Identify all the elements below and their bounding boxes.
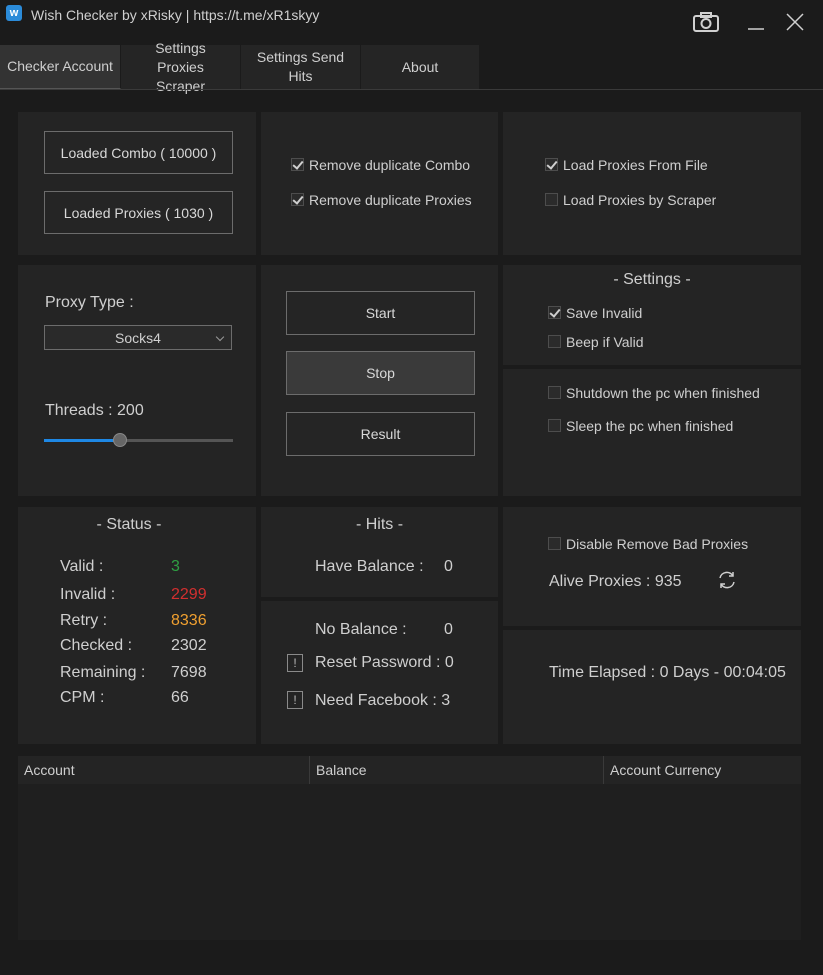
- no-balance-value: 0: [444, 621, 453, 638]
- results-table-header: Account Balance Account Currency: [18, 756, 801, 784]
- checkbox-unchecked-icon: [548, 335, 561, 348]
- status-valid-label: Valid :: [60, 558, 104, 575]
- remove-duplicate-combo-checkbox[interactable]: Remove duplicate Combo: [291, 157, 470, 174]
- alive-proxies-count: Alive Proxies : 935: [549, 573, 682, 590]
- need-facebook-count: Need Facebook : 3: [315, 692, 451, 709]
- column-balance[interactable]: Balance: [310, 756, 604, 784]
- checkbox-checked-icon: [291, 193, 304, 206]
- status-invalid-label: Invalid :: [60, 586, 116, 603]
- beep-if-valid-checkbox[interactable]: Beep if Valid: [548, 334, 644, 351]
- load-proxies-by-scraper-label: Load Proxies by Scraper: [563, 192, 717, 208]
- checkbox-checked-icon: [291, 158, 304, 171]
- disable-remove-bad-proxies-checkbox[interactable]: Disable Remove Bad Proxies: [548, 536, 748, 553]
- proxy-type-label: Proxy Type :: [45, 294, 134, 311]
- threads-slider-fill: [44, 439, 120, 442]
- checkbox-unchecked-icon: [548, 386, 561, 399]
- status-valid-value: 3: [171, 558, 180, 575]
- refresh-icon[interactable]: [716, 569, 738, 591]
- chevron-down-icon: [215, 332, 225, 342]
- have-balance-label: Have Balance :: [315, 558, 424, 575]
- status-cpm-value: 66: [171, 689, 189, 706]
- column-account[interactable]: Account: [18, 756, 310, 784]
- proxy-source-panel: [503, 112, 801, 255]
- remove-duplicate-combo-label: Remove duplicate Combo: [309, 157, 471, 173]
- have-balance-value: 0: [444, 558, 453, 575]
- disable-remove-bad-proxies-label: Disable Remove Bad Proxies: [566, 536, 749, 552]
- sleep-when-finished-checkbox[interactable]: Sleep the pc when finished: [548, 418, 733, 435]
- alive-proxies-panel: [503, 507, 801, 626]
- tab-divider: [0, 89, 823, 90]
- stop-button[interactable]: Stop: [286, 351, 475, 395]
- proxy-type-select[interactable]: Socks4: [44, 325, 232, 350]
- checkbox-checked-icon: [545, 158, 558, 171]
- tab-settings-proxies-scraper[interactable]: Settings Proxies Scraper: [121, 40, 241, 94]
- minimize-icon[interactable]: [741, 8, 771, 36]
- warning-icon: !: [287, 654, 303, 672]
- save-invalid-checkbox[interactable]: Save Invalid: [548, 305, 642, 322]
- start-button[interactable]: Start: [286, 291, 475, 335]
- tab-checker-account[interactable]: Checker Account: [0, 45, 121, 89]
- settings-title: - Settings -: [613, 271, 691, 288]
- load-proxies-from-file-label: Load Proxies From File: [563, 157, 708, 173]
- remove-duplicate-proxies-label: Remove duplicate Proxies: [309, 192, 472, 208]
- load-proxies-from-file-checkbox[interactable]: Load Proxies From File: [545, 157, 708, 174]
- status-checked-label: Checked :: [60, 637, 133, 654]
- results-table-body[interactable]: [18, 784, 801, 940]
- app-logo-icon: w: [6, 5, 22, 21]
- status-panel: [18, 507, 256, 744]
- column-account-currency[interactable]: Account Currency: [604, 756, 801, 784]
- remove-duplicate-proxies-checkbox[interactable]: Remove duplicate Proxies: [291, 192, 472, 209]
- window-title: Wish Checker by xRisky | https://t.me/xR…: [31, 7, 320, 23]
- load-combo-button[interactable]: Loaded Combo ( 10000 ): [44, 131, 233, 174]
- status-retry-label: Retry :: [60, 612, 108, 629]
- status-retry-value: 8336: [171, 612, 207, 629]
- load-proxies-button[interactable]: Loaded Proxies ( 1030 ): [44, 191, 233, 234]
- duplicates-panel: [261, 112, 498, 255]
- status-cpm-label: CPM :: [60, 689, 105, 706]
- warning-icon: !: [287, 691, 303, 709]
- time-elapsed: Time Elapsed : 0 Days - 00:04:05: [549, 664, 786, 681]
- status-remaining-value: 7698: [171, 664, 207, 681]
- checkbox-unchecked-icon: [545, 193, 558, 206]
- beep-if-valid-label: Beep if Valid: [566, 334, 644, 350]
- close-icon[interactable]: [780, 8, 810, 36]
- status-invalid-value: 2299: [171, 586, 207, 603]
- save-invalid-label: Save Invalid: [566, 305, 643, 321]
- proxy-type-value: Socks4: [115, 329, 161, 346]
- load-proxies-by-scraper-checkbox[interactable]: Load Proxies by Scraper: [545, 192, 716, 209]
- reset-password-count: Reset Password : 0: [315, 654, 454, 671]
- no-balance-label: No Balance :: [315, 621, 407, 638]
- status-remaining-label: Remaining :: [60, 664, 146, 681]
- checkbox-checked-icon: [548, 306, 561, 319]
- checkbox-unchecked-icon: [548, 419, 561, 432]
- shutdown-when-finished-checkbox[interactable]: Shutdown the pc when finished: [548, 385, 760, 402]
- status-title: - Status -: [96, 516, 162, 533]
- tab-about[interactable]: About: [361, 45, 480, 89]
- status-checked-value: 2302: [171, 637, 207, 654]
- result-button[interactable]: Result: [286, 412, 475, 456]
- threads-slider-thumb[interactable]: [113, 433, 127, 447]
- sleep-when-finished-label: Sleep the pc when finished: [566, 418, 734, 434]
- checkbox-unchecked-icon: [548, 537, 561, 550]
- threads-label: Threads : 200: [45, 402, 144, 419]
- shutdown-when-finished-label: Shutdown the pc when finished: [566, 385, 760, 401]
- camera-icon[interactable]: [691, 8, 721, 36]
- time-elapsed-panel: [503, 630, 801, 744]
- tab-settings-send-hits[interactable]: Settings Send Hits: [241, 45, 361, 89]
- hits-title: - Hits -: [355, 516, 404, 533]
